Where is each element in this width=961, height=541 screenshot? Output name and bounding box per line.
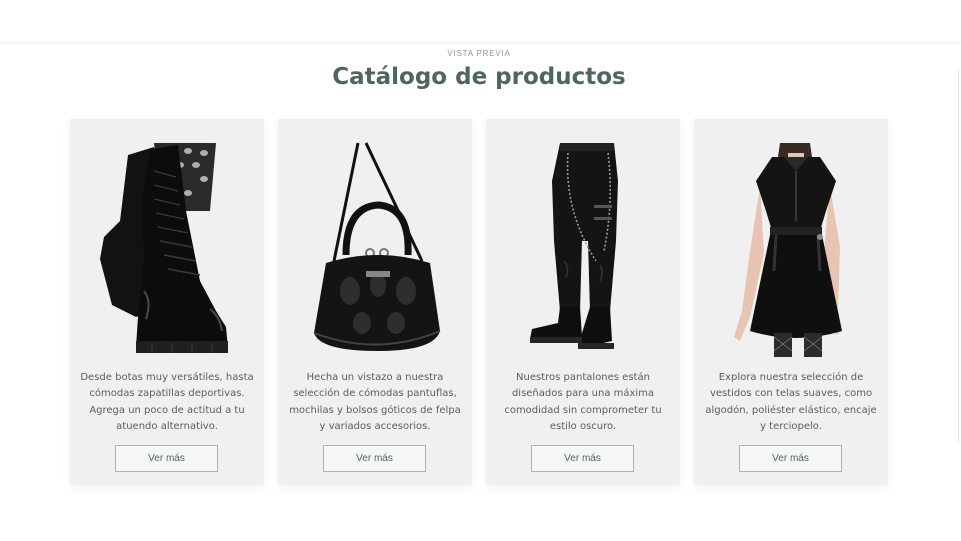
pants-product-image[interactable] [508,141,658,357]
section-eyebrow: VISTA PREVIA [447,49,511,58]
product-card-boots: Desde botas muy versátiles, hasta cómoda… [70,119,264,485]
dress-product-image[interactable] [716,141,866,357]
pants-ver-mas-button[interactable]: Ver más [531,445,634,472]
product-card-handbag: Hecha un vistazo a nuestra selección de … [278,119,472,485]
pants-description: Nuestros pantalones están diseñados para… [504,372,662,433]
top-navigation-bar [0,0,961,41]
boots-ver-mas-button[interactable]: Ver más [115,445,218,472]
boots-illustration [100,143,228,353]
pants-illustration [530,143,618,349]
product-catalog-grid: Desde botas muy versátiles, hasta cómoda… [70,119,888,485]
handbag-illustration [313,142,441,351]
product-card-dress: Explora nuestra selección de vestidos co… [694,119,888,485]
product-card-pants: Nuestros pantalones están diseñados para… [486,119,680,485]
boots-description: Desde botas muy versátiles, hasta cómoda… [80,372,254,433]
boots-product-image[interactable] [92,141,242,357]
dress-description: Explora nuestra selección de vestidos co… [705,372,877,433]
right-divider [958,70,959,442]
handbag-ver-mas-button[interactable]: Ver más [323,445,426,472]
handbag-description: Hecha un vistazo a nuestra selección de … [289,372,461,433]
dress-ver-mas-button[interactable]: Ver más [739,445,842,472]
section-title: Catálogo de productos [332,64,626,90]
handbag-product-image[interactable] [300,141,450,357]
dress-illustration [734,143,842,357]
